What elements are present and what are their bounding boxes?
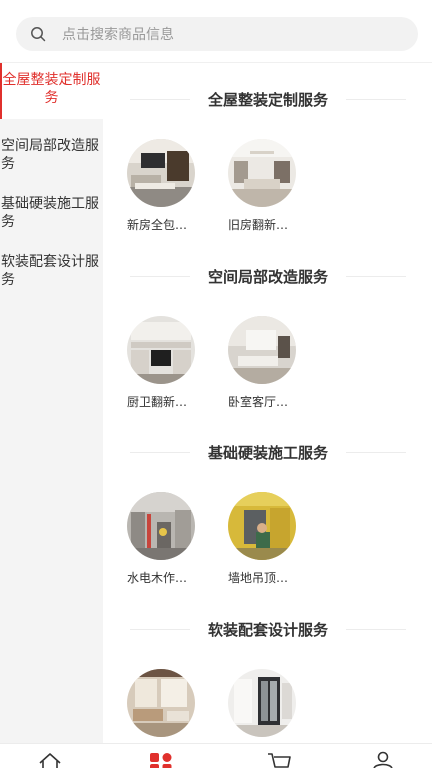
product-item[interactable]: 旧房翻新… [228,139,308,233]
sidebar-item-label: 全屋整装定制服务 [2,72,101,106]
sidebar-item-whole-house[interactable]: 全屋整装定制服务 [0,63,103,119]
section-title-text: 全屋整装定制服务 [208,90,329,109]
divider [130,275,190,277]
product-label: 卧室客厅… [228,395,289,409]
product-item[interactable] [127,669,207,737]
product-item[interactable]: 厨卫翻新… [127,316,207,410]
bottom-tab-bar [0,743,432,768]
section-title: 基础硬装施工服务 [130,442,407,462]
product-thumbnail [127,316,195,384]
cart-icon[interactable] [266,751,292,768]
product-label: 旧房翻新… [228,218,289,232]
section-title-text: 基础硬装施工服务 [208,443,329,462]
divider [346,628,407,630]
sidebar-item-label: 软装配套设计服务 [1,254,99,288]
product-thumbnail [127,139,195,207]
search-placeholder[interactable]: 点击搜索商品信息 [62,24,174,44]
product-thumbnail [228,316,296,384]
profile-icon[interactable] [370,751,396,768]
divider [346,451,407,453]
search-bar[interactable]: 点击搜索商品信息 [16,17,418,51]
product-item[interactable]: 新房全包… [127,139,207,233]
section-title-text: 空间局部改造服务 [208,267,329,286]
divider [130,628,190,630]
divider [346,98,407,100]
sidebar-item-hard-decoration[interactable]: 基础硬装施工服务 [0,188,103,231]
section-title-text: 软装配套设计服务 [208,620,329,639]
product-item[interactable]: 水电木作… [127,492,207,586]
sidebar-item-partial-renovation[interactable]: 空间局部改造服务 [0,130,103,173]
product-thumbnail [228,139,296,207]
sidebar-item-label: 基础硬装施工服务 [1,196,99,230]
divider [346,275,407,277]
product-item[interactable]: 墙地吊顶… [228,492,308,586]
product-label: 水电木作… [127,571,188,585]
divider [130,451,190,453]
product-thumbnail [127,492,195,560]
product-item[interactable] [228,669,308,737]
divider [130,98,190,100]
sidebar-item-label: 空间局部改造服务 [1,138,99,172]
product-label: 厨卫翻新… [127,395,188,409]
section-title: 空间局部改造服务 [130,266,407,286]
product-thumbnail [228,669,296,737]
sidebar-item-soft-furnishing[interactable]: 软装配套设计服务 [0,246,103,289]
home-icon[interactable] [37,751,63,768]
app-screen: 点击搜索商品信息 全屋整装定制服务 空间局部改造服务 基础硬装施工服务 软装配套… [0,0,432,768]
category-sidebar: 全屋整装定制服务 空间局部改造服务 基础硬装施工服务 软装配套设计服务 [0,63,103,743]
product-label: 新房全包… [127,218,188,232]
category-icon[interactable] [148,751,174,768]
product-thumbnail [127,669,195,737]
search-icon [31,27,46,42]
section-title: 软装配套设计服务 [130,619,407,639]
product-item[interactable]: 卧室客厅… [228,316,308,410]
product-thumbnail [228,492,296,560]
section-title: 全屋整装定制服务 [130,89,407,109]
product-label: 墙地吊顶… [228,571,289,585]
